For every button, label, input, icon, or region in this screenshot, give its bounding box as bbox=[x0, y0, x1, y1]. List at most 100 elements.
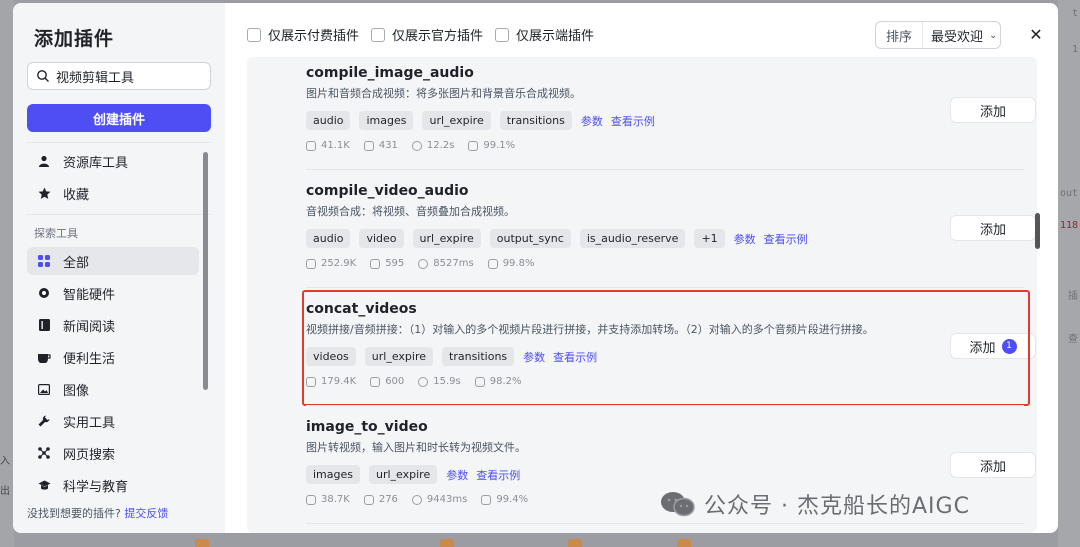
filter-label: 仅展示官方插件 bbox=[392, 29, 484, 44]
sidebar-item-image[interactable]: 图像 bbox=[27, 375, 199, 403]
stat-uses: 38.7K bbox=[306, 494, 350, 505]
stat-value: 99.1% bbox=[483, 140, 516, 151]
tag: images bbox=[359, 111, 414, 130]
image-icon bbox=[37, 382, 51, 396]
example-link[interactable]: 查看示例 bbox=[764, 231, 808, 247]
wrench-icon bbox=[37, 414, 51, 428]
sidebar-item-label: 科学与教育 bbox=[63, 479, 129, 495]
grid-icon bbox=[37, 254, 51, 268]
params-link[interactable]: 参数 bbox=[734, 231, 756, 247]
uses-icon bbox=[306, 494, 316, 505]
search-input[interactable]: 视频剪辑工具 bbox=[27, 62, 211, 90]
stat-success: 99.8% bbox=[487, 258, 534, 269]
filter-official-checkbox[interactable]: 仅展示官方插件 bbox=[371, 25, 483, 44]
sort-value: 最受欢迎 ⌄ bbox=[923, 26, 997, 45]
tag: audio bbox=[306, 229, 351, 248]
doc-icon bbox=[468, 140, 479, 151]
plugin-list: compile_image_audio 图片和音频合成视频：将多张图片和背景音乐… bbox=[247, 57, 1037, 533]
sidebar-item-label: 智能硬件 bbox=[63, 287, 116, 303]
stat-value: 99.4% bbox=[496, 494, 529, 505]
filter-client-checkbox[interactable]: 仅展示端插件 bbox=[495, 25, 594, 44]
add-button[interactable]: 添加 bbox=[950, 97, 1036, 123]
clock-icon bbox=[411, 494, 422, 505]
checkbox-box[interactable] bbox=[495, 27, 510, 42]
chevron-down-icon: ⌄ bbox=[989, 29, 998, 41]
checkbox-box[interactable] bbox=[247, 27, 261, 42]
feedback-link[interactable]: 提交反馈 bbox=[124, 507, 168, 520]
sidebar-item-label: 实用工具 bbox=[63, 415, 116, 431]
stat-value: 8527ms bbox=[433, 258, 474, 269]
bg-tab-marker bbox=[195, 539, 209, 547]
bg-fragment: 1 bbox=[1071, 44, 1078, 55]
create-plugin-button[interactable]: 创建插件 bbox=[27, 104, 211, 132]
stat-latency: 9443ms bbox=[411, 494, 467, 505]
checkbox-box[interactable] bbox=[371, 27, 386, 42]
stat-value: 12.2s bbox=[426, 140, 455, 151]
bg-tab-marker bbox=[440, 539, 454, 547]
params-link[interactable]: 参数 bbox=[581, 113, 603, 129]
sidebar-item-all[interactable]: 全部 bbox=[27, 247, 199, 275]
background-right-strip: t 1 out 118 插 查 bbox=[1058, 0, 1080, 547]
plugin-description: 图片转视频，输入图片和时长转为视频文件。 bbox=[306, 441, 526, 454]
bg-fragment: 118 bbox=[1059, 220, 1078, 231]
example-link[interactable]: 查看示例 bbox=[611, 113, 655, 129]
background-left-strip: 入 出 bbox=[0, 0, 14, 547]
sidebar-item-favorites[interactable]: 收藏 bbox=[27, 179, 199, 207]
sidebar-item-label: 全部 bbox=[63, 255, 90, 271]
tag: is_audio_reserve bbox=[579, 229, 686, 248]
sidebar-item-library[interactable]: 资源库工具 bbox=[27, 147, 199, 175]
stat-uses: 252.9K bbox=[306, 258, 356, 269]
stat-uses: 41.1K bbox=[306, 140, 350, 151]
network-icon bbox=[37, 446, 51, 460]
sidebar-scrollbar[interactable] bbox=[203, 152, 208, 390]
plugin-card: compile_image_audio 图片和音频合成视频：将多张图片和背景音乐… bbox=[306, 65, 1024, 151]
sort-select[interactable]: 排序 最受欢迎 ⌄ bbox=[875, 21, 1001, 49]
stat-success: 99.1% bbox=[468, 140, 515, 151]
stat-value: 41.1K bbox=[321, 140, 350, 151]
sidebar-item-hardware[interactable]: 智能硬件 bbox=[27, 279, 199, 307]
plugin-tags: audio images url_expire transitions 参数 查… bbox=[306, 111, 1024, 130]
highlight-frame bbox=[302, 290, 1030, 406]
divider bbox=[306, 523, 1024, 524]
params-link[interactable]: 参数 bbox=[446, 467, 468, 483]
stat-bots: 431 bbox=[363, 140, 398, 151]
sidebar-item-label: 网页搜索 bbox=[63, 447, 116, 463]
main-scrollbar[interactable] bbox=[1035, 213, 1040, 249]
stat-bots: 276 bbox=[363, 494, 398, 505]
wechat-icon bbox=[660, 491, 696, 517]
close-icon[interactable]: ✕ bbox=[1027, 25, 1045, 44]
bg-fragment: 插 bbox=[1068, 291, 1078, 302]
sidebar-item-news[interactable]: 新闻阅读 bbox=[27, 311, 199, 339]
add-plugin-modal: 添加插件 视频剪辑工具 创建插件 资源库工具 收藏 探索工具 全部 智能硬件 新… bbox=[13, 3, 1058, 533]
stat-value: 431 bbox=[378, 140, 398, 151]
plugin-card: compile_video_audio 音视频合成：将视频、音频叠加合成视频。 … bbox=[306, 183, 1024, 269]
plugin-stats: 252.9K 595 8527ms 99.8% bbox=[306, 258, 1024, 269]
feedback-text: 没找到想要的插件? bbox=[27, 507, 121, 520]
bg-tab-marker bbox=[677, 539, 691, 547]
feedback-row: 没找到想要的插件? 提交反馈 bbox=[27, 505, 168, 521]
search-icon bbox=[36, 69, 50, 83]
add-button[interactable]: 添加 bbox=[950, 452, 1036, 478]
book-icon bbox=[37, 318, 51, 332]
plugin-description: 音视频合成：将视频、音频叠加合成视频。 bbox=[306, 205, 515, 218]
bot-icon bbox=[370, 258, 381, 269]
main-panel: 仅展示付费插件 仅展示官方插件 仅展示端插件 排序 最受欢迎 ⌄ ✕ compil… bbox=[225, 3, 1058, 533]
sidebar-item-label: 图像 bbox=[63, 383, 90, 399]
sidebar-item-utility[interactable]: 实用工具 bbox=[27, 407, 199, 435]
sort-label: 排序 bbox=[876, 22, 924, 48]
tag-more[interactable]: +1 bbox=[694, 229, 725, 248]
sidebar-item-label: 资源库工具 bbox=[63, 155, 129, 171]
example-link[interactable]: 查看示例 bbox=[476, 467, 520, 483]
user-icon bbox=[37, 154, 51, 168]
modal-title: 添加插件 bbox=[34, 28, 115, 50]
sidebar-item-life[interactable]: 便利生活 bbox=[27, 343, 199, 371]
stat-latency: 8527ms bbox=[418, 258, 474, 269]
bg-fragment: 入 bbox=[0, 456, 10, 467]
sidebar-item-education[interactable]: 科学与教育 bbox=[27, 471, 199, 499]
filter-bar: 仅展示付费插件 仅展示官方插件 仅展示端插件 bbox=[247, 25, 606, 44]
sidebar-item-web-search[interactable]: 网页搜索 bbox=[27, 439, 199, 467]
plugin-stats: 41.1K 431 12.2s 99.1% bbox=[306, 140, 1024, 151]
filter-paid-checkbox[interactable]: 仅展示付费插件 bbox=[247, 25, 359, 44]
add-button[interactable]: 添加 bbox=[950, 215, 1036, 241]
stat-value: 595 bbox=[385, 258, 405, 269]
